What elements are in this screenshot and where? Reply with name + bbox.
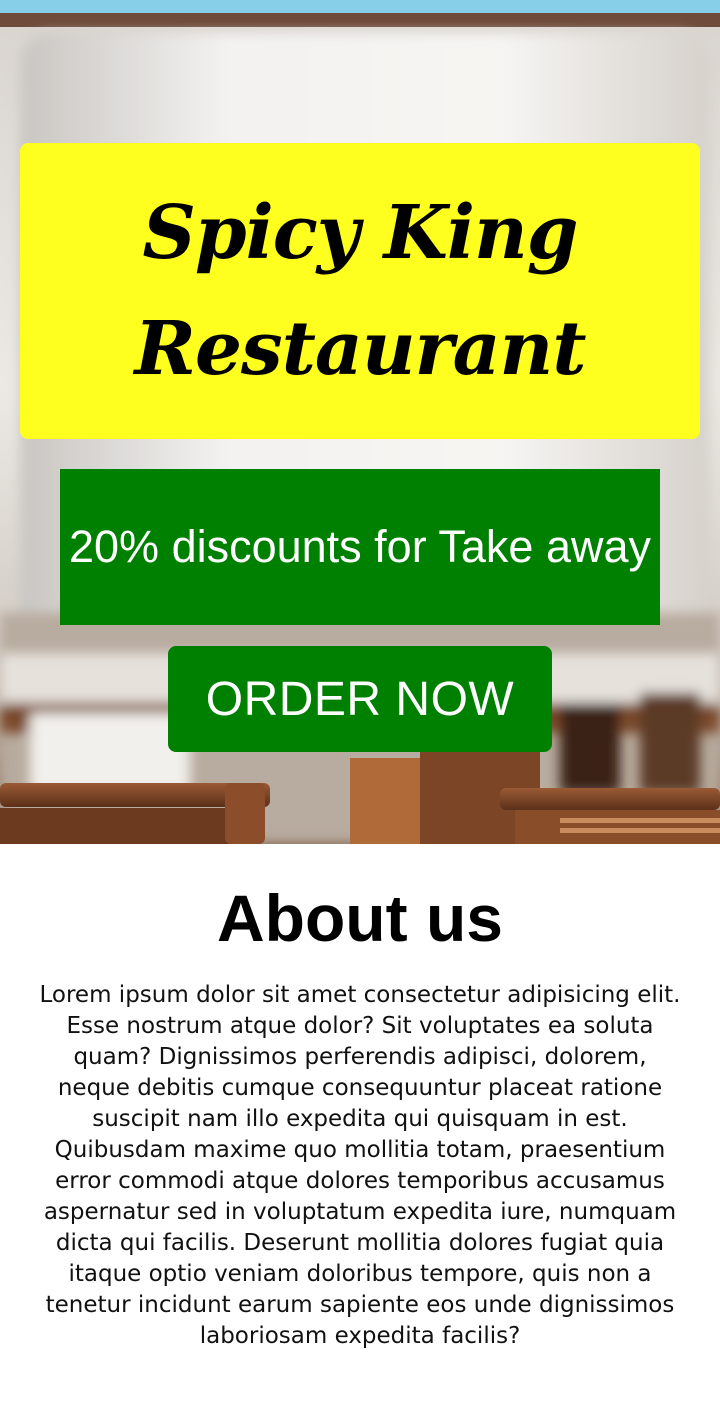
about-title: About us bbox=[217, 881, 503, 955]
restaurant-name: Spicy King Restaurant bbox=[134, 190, 586, 392]
status-bar bbox=[0, 0, 720, 13]
discount-banner: 20% discounts for Take away bbox=[60, 469, 660, 625]
hero-section: Spicy King Restaurant 20% discounts for … bbox=[0, 13, 720, 844]
about-body: Lorem ipsum dolor sit amet consectetur a… bbox=[39, 982, 681, 1349]
title-card: Spicy King Restaurant bbox=[20, 143, 700, 439]
about-section: About us Lorem ipsum dolor sit amet cons… bbox=[0, 844, 720, 1417]
order-now-button[interactable]: ORDER NOW bbox=[168, 646, 552, 752]
order-now-label: ORDER NOW bbox=[205, 672, 515, 726]
discount-text: 20% discounts for Take away bbox=[69, 521, 651, 572]
